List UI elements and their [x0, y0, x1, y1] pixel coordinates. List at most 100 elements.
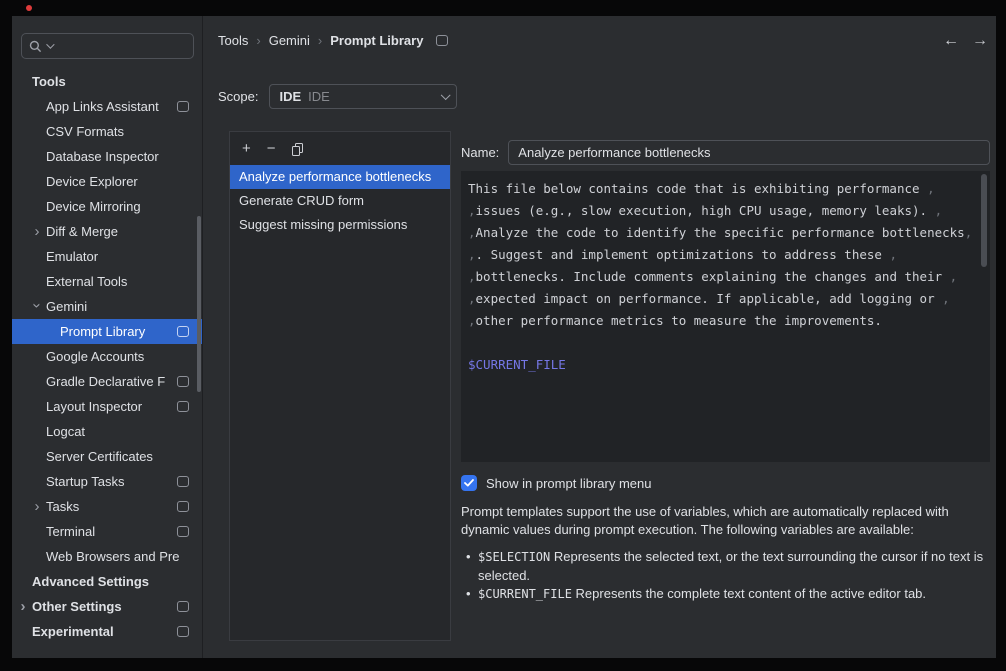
- add-prompt-button[interactable]: +: [242, 141, 251, 156]
- breadcrumb-separator: ›: [318, 33, 322, 48]
- variable-item: $CURRENT_FILE Represents the complete te…: [466, 585, 990, 604]
- sidebar-item-server-certificates[interactable]: Server Certificates: [12, 444, 202, 469]
- sidebar-item-logcat[interactable]: Logcat: [12, 419, 202, 444]
- remove-prompt-button[interactable]: −: [267, 141, 276, 156]
- show-in-menu-label[interactable]: Show in prompt library menu: [486, 476, 651, 491]
- breadcrumb-gemini[interactable]: Gemini: [269, 33, 310, 48]
- settings-main: Tools › Gemini › Prompt Library ← → Scope: I…: [203, 16, 996, 658]
- scope-hint: IDE: [308, 89, 330, 104]
- sidebar-item-tools[interactable]: Tools: [12, 69, 202, 94]
- breadcrumb: Tools › Gemini › Prompt Library: [218, 33, 448, 48]
- soft-wrap-icon: ‚: [889, 247, 897, 262]
- name-row: Name:: [461, 140, 990, 165]
- soft-wrap-icon: ‚: [935, 203, 943, 218]
- sidebar-item-label: Diff & Merge: [46, 224, 118, 239]
- sidebar-item-label: External Tools: [46, 274, 127, 289]
- ide-scope-icon: [177, 501, 189, 512]
- sidebar-scrollbar[interactable]: [197, 216, 201, 392]
- sidebar-item-google-accounts[interactable]: Google Accounts: [12, 344, 202, 369]
- sidebar-item-database-inspector[interactable]: Database Inspector: [12, 144, 202, 169]
- sidebar-item-label: Other Settings: [32, 599, 122, 614]
- sidebar-item-advanced-settings[interactable]: Advanced Settings: [12, 569, 202, 594]
- sidebar-item-label: Gemini: [46, 299, 87, 314]
- chevron-down-icon[interactable]: ›: [29, 300, 46, 310]
- editor-line: ‚issues (e.g., slow execution, high CPU …: [468, 200, 972, 222]
- editor-scrollbar[interactable]: [981, 174, 987, 267]
- prompt-item-generate-crud-form[interactable]: Generate CRUD form: [230, 189, 450, 213]
- breadcrumb-separator: ›: [256, 33, 260, 48]
- chevron-right-icon[interactable]: ›: [32, 498, 42, 515]
- chevron-right-icon[interactable]: ›: [32, 223, 42, 240]
- settings-sidebar: Tools App Links Assistant CSV FormatsDatab…: [12, 16, 203, 658]
- soft-wrap-icon: ‚: [468, 247, 476, 262]
- soft-wrap-icon: ‚: [927, 181, 935, 196]
- forward-arrow-button[interactable]: →: [972, 32, 988, 50]
- editor-line: [468, 332, 972, 354]
- settings-header: Tools › Gemini › Prompt Library ← →: [203, 16, 996, 65]
- sidebar-item-experimental[interactable]: Experimental: [12, 619, 202, 644]
- sidebar-item-label: App Links Assistant: [46, 99, 159, 114]
- soft-wrap-icon: ‚: [965, 225, 973, 240]
- sidebar-item-label: Tasks: [46, 499, 79, 514]
- show-in-menu-row: Show in prompt library menu: [461, 475, 990, 491]
- sidebar-item-csv-formats[interactable]: CSV Formats: [12, 119, 202, 144]
- sidebar-item-emulator[interactable]: Emulator: [12, 244, 202, 269]
- breadcrumb-tools[interactable]: Tools: [218, 33, 248, 48]
- back-arrow-button[interactable]: ←: [943, 32, 959, 50]
- prompt-item-suggest-missing-permissions[interactable]: Suggest missing permissions: [230, 213, 450, 237]
- scope-row: Scope: IDE IDE: [218, 84, 996, 109]
- editor-line: This file below contains code that is ex…: [468, 178, 972, 200]
- sidebar-item-startup-tasks[interactable]: Startup Tasks: [12, 469, 202, 494]
- sidebar-item-label: Startup Tasks: [46, 474, 125, 489]
- ide-scope-icon: [177, 401, 189, 412]
- breadcrumb-prompt-library: Prompt Library: [330, 33, 423, 48]
- settings-search[interactable]: [21, 33, 194, 59]
- chevron-down-icon: [46, 40, 54, 48]
- variables-description: Prompt templates support the use of vari…: [461, 503, 990, 538]
- sidebar-item-app-links-assistant[interactable]: App Links Assistant: [12, 94, 202, 119]
- scope-label: Scope:: [218, 89, 258, 104]
- editor-line: ‚expected impact on performance. If appl…: [468, 288, 972, 310]
- recording-indicator-dot: [26, 5, 32, 11]
- soft-wrap-icon: ‚: [950, 269, 958, 284]
- show-in-menu-checkbox[interactable]: [461, 475, 477, 491]
- prompt-item-analyze-performance-bottlenecks[interactable]: Analyze performance bottlenecks: [230, 165, 450, 189]
- sidebar-item-prompt-library[interactable]: Prompt Library: [12, 319, 202, 344]
- prompt-name-input[interactable]: [508, 140, 990, 165]
- sidebar-item-tasks[interactable]: › Tasks: [12, 494, 202, 519]
- sidebar-item-label: Google Accounts: [46, 349, 144, 364]
- ide-scope-icon: [177, 626, 189, 637]
- sidebar-item-label: Web Browsers and Pre: [46, 549, 179, 564]
- settings-search-input[interactable]: [59, 38, 186, 55]
- sidebar-item-device-mirroring[interactable]: Device Mirroring: [12, 194, 202, 219]
- sidebar-item-gemini[interactable]: ›Gemini: [12, 294, 202, 319]
- sidebar-item-terminal[interactable]: Terminal: [12, 519, 202, 544]
- sidebar-item-label: Tools: [32, 74, 66, 89]
- sidebar-item-device-explorer[interactable]: Device Explorer: [12, 169, 202, 194]
- editor-line: ‚Analyze the code to identify the specif…: [468, 222, 972, 244]
- sidebar-item-label: Layout Inspector: [46, 399, 142, 414]
- sidebar-item-web-browsers-and-pre[interactable]: Web Browsers and Pre: [12, 544, 202, 569]
- chevron-right-icon[interactable]: ›: [18, 598, 28, 615]
- prompt-editor-text: This file below contains code that is ex…: [468, 178, 972, 376]
- settings-tree: Tools App Links Assistant CSV FormatsDatab…: [12, 69, 202, 644]
- settings-dialog: Tools App Links Assistant CSV FormatsDatab…: [12, 16, 996, 658]
- editor-line: ‚other performance metrics to measure th…: [468, 310, 972, 332]
- editor-variable-line: $CURRENT_FILE: [468, 354, 972, 376]
- ide-scope-icon: [177, 601, 189, 612]
- prompt-text-editor[interactable]: This file below contains code that is ex…: [461, 171, 990, 462]
- sidebar-item-label: Emulator: [46, 249, 98, 264]
- ide-scope-icon: [177, 476, 189, 487]
- sidebar-item-diff-merge[interactable]: › Diff & Merge: [12, 219, 202, 244]
- scope-combobox[interactable]: IDE IDE: [269, 84, 457, 109]
- history-nav: ← →: [943, 32, 992, 50]
- duplicate-prompt-button[interactable]: [292, 143, 303, 155]
- sidebar-item-label: Device Explorer: [46, 174, 138, 189]
- sidebar-item-external-tools[interactable]: External Tools: [12, 269, 202, 294]
- sidebar-item-label: Server Certificates: [46, 449, 153, 464]
- variables-list: $SELECTION Represents the selected text,…: [466, 548, 990, 605]
- sidebar-item-other-settings[interactable]: › Other Settings: [12, 594, 202, 619]
- ide-scope-icon: [177, 326, 189, 337]
- sidebar-item-layout-inspector[interactable]: Layout Inspector: [12, 394, 202, 419]
- sidebar-item-gradle-declarative-f[interactable]: Gradle Declarative F: [12, 369, 202, 394]
